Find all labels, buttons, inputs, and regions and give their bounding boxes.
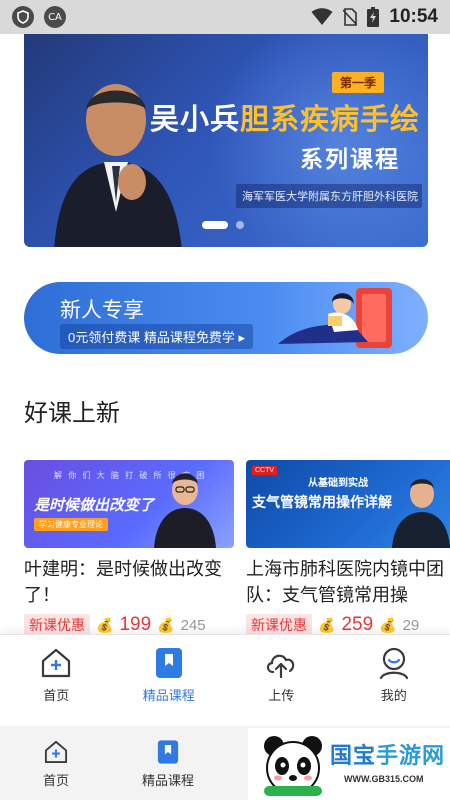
tab-courses[interactable]: 精品课程 — [113, 635, 226, 714]
tab-home[interactable]: 首页 — [0, 635, 113, 714]
course-price: 199 — [119, 614, 152, 635]
watermark-text: 国宝手游网 — [330, 738, 445, 770]
course-price: 259 — [341, 614, 374, 635]
home-icon — [42, 648, 71, 678]
no-sim-icon — [343, 8, 358, 26]
coin-icon: 💰 — [318, 616, 336, 633]
original-price: 29 — [402, 616, 420, 634]
season-badge: 第一季 — [332, 72, 385, 93]
promo-title: 新人专享 — [60, 299, 144, 322]
cloud-upload-icon — [267, 654, 295, 679]
watermark-text-right: 手游网 — [376, 743, 446, 768]
thumb-headline: 是时候做出改变了 — [34, 497, 155, 514]
course-thumbnail[interactable]: CCTV 从基础到实战 支气管镜常用操作详解 — [246, 460, 450, 548]
banner-title: 吴小兵胆系疾病手绘 — [150, 96, 420, 138]
carousel-indicator[interactable] — [202, 221, 244, 229]
coin-icon: 💰 — [157, 616, 175, 633]
tab-label: 首页 — [42, 772, 69, 788]
status-bar: CA 10:54 — [0, 0, 450, 34]
new-user-promo[interactable]: 新人专享 0元领付费课 精品课程免费学 ▸ — [24, 282, 428, 354]
home-icon — [44, 740, 68, 763]
user-icon — [379, 647, 408, 680]
shield-icon — [12, 6, 34, 28]
thumb-button: 学习健康专业理论 — [34, 518, 108, 531]
course-title[interactable]: 上海市肺科医院内镜中团队：支气管镜常用操 — [246, 556, 450, 608]
course-card[interactable]: CCTV 从基础到实战 支气管镜常用操作详解 上海市肺科医院内镜中团队：支气管镜… — [246, 460, 450, 636]
coin-icon: 💰 — [96, 616, 114, 633]
coin-icon: 💰 — [379, 616, 397, 633]
original-price: 245 — [180, 616, 206, 634]
bottom-tab-bar: 首页 精品课程 上传 我的 — [0, 634, 450, 714]
promo-subtitle[interactable]: 0元领付费课 精品课程免费学 ▸ — [60, 324, 253, 349]
banner-hospital: 海军军医大学附属东方肝胆外科医院 — [236, 184, 422, 208]
tab-label: 上传 — [268, 688, 295, 703]
lecturer-portrait — [392, 479, 450, 548]
course-title[interactable]: 叶建明：是时候做出改变了！ — [24, 556, 234, 608]
clock: 10:54 — [389, 6, 438, 27]
watermark-text-left: 国宝 — [330, 743, 377, 768]
price-row: 新课优惠 💰 259 💰 29 — [246, 614, 450, 636]
ca-icon: CA — [44, 6, 66, 28]
tab-upload[interactable]: 上传 — [225, 635, 338, 714]
carousel-dot-2[interactable] — [236, 221, 244, 229]
price-row: 新课优惠 💰 199 💰 245 — [24, 614, 234, 636]
tab-label: 精品课程 — [141, 772, 194, 788]
tab-label: 我的 — [380, 688, 407, 703]
tab-label: 精品课程 — [142, 688, 195, 703]
thumb-headline: 支气管镜常用操作详解 — [252, 494, 392, 510]
course-banner[interactable]: 第一季 吴小兵胆系疾病手绘 系列课程 海军军医大学附属东方肝胆外科医院 — [24, 34, 428, 247]
lecturer-portrait — [54, 84, 182, 247]
panda-logo — [264, 736, 322, 796]
tab-label: 首页 — [43, 688, 70, 703]
carousel-dot-1[interactable] — [202, 221, 228, 229]
site-watermark: 国宝手游网 WWW.GB315.COM — [248, 728, 450, 800]
course-thumbnail[interactable]: 解 你 们 大 脑 打 破 所 很 疾 困 是时候做出改变了 学习健康专业理论 — [24, 460, 234, 548]
new-course-tag: 新课优惠 — [24, 614, 90, 636]
tab-me[interactable]: 我的 — [338, 635, 450, 714]
channel-logo: CCTV — [252, 466, 278, 475]
wifi-icon — [311, 8, 333, 25]
reading-woman-illustration — [278, 288, 392, 348]
watermark-url: WWW.GB315.COM — [344, 774, 424, 784]
banner-title-name: 吴小兵 — [150, 104, 241, 136]
ghost-tab-courses: 精品课程 — [112, 726, 224, 800]
battery-icon — [367, 7, 380, 27]
lecturer-portrait — [154, 473, 216, 548]
thumb-tag: 从基础到实战 — [308, 478, 368, 489]
bookmark-icon — [157, 739, 179, 764]
section-title: 好课上新 — [24, 400, 120, 427]
banner-subtitle: 系列课程 — [300, 146, 400, 172]
bookmark-icon — [155, 648, 182, 678]
ghost-tab-home: 首页 — [0, 726, 112, 800]
new-course-tag: 新课优惠 — [246, 614, 312, 636]
course-card[interactable]: 解 你 们 大 脑 打 破 所 很 疾 困 是时候做出改变了 学习健康专业理论 … — [24, 460, 234, 636]
banner-title-topic: 胆系疾病手绘 — [240, 104, 421, 136]
